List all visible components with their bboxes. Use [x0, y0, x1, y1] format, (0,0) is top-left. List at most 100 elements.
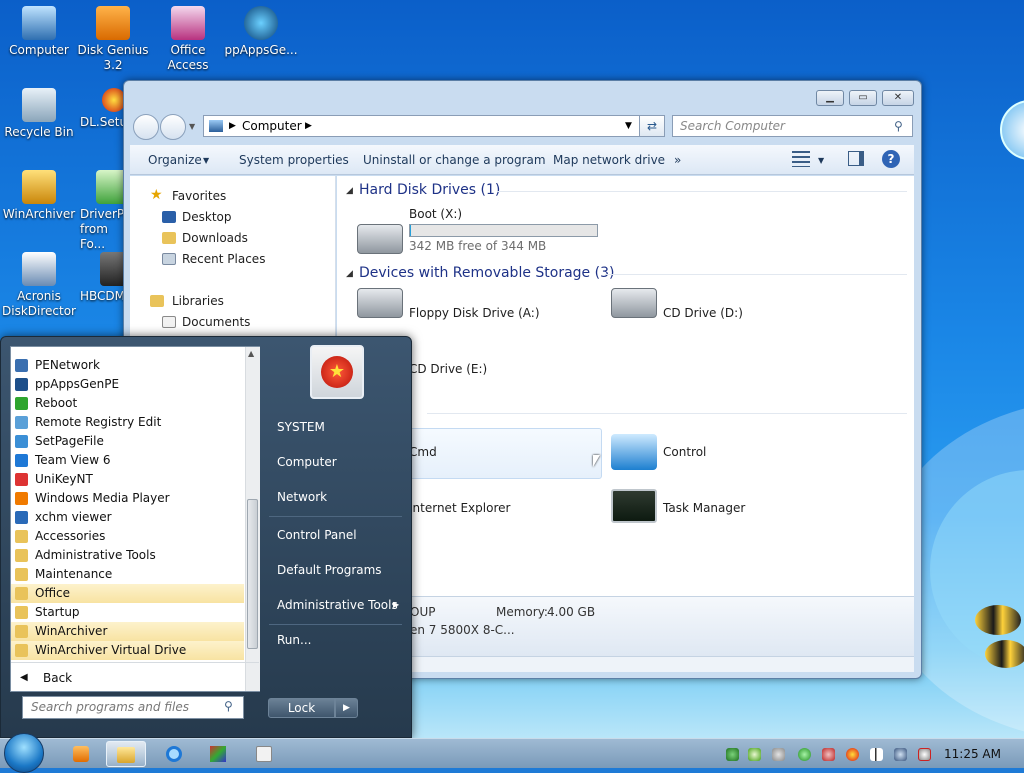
start-right-computer[interactable]: Computer	[263, 448, 408, 476]
more-commands-button[interactable]: »	[674, 153, 681, 167]
map-network-drive-button[interactable]: Map network drive	[553, 153, 665, 167]
search-icon[interactable]: ⚲	[224, 699, 233, 713]
floppy-drive-a[interactable]: Floppy Disk Drive (A:)	[409, 306, 540, 320]
organize-button[interactable]: Organize	[148, 153, 202, 167]
play-tray-icon[interactable]	[798, 748, 811, 761]
refresh-icon[interactable]: ⇄	[639, 115, 665, 137]
back-button[interactable]: Back	[43, 671, 72, 685]
action-center-flag-icon[interactable]	[870, 748, 883, 761]
start-right-default-programs[interactable]: Default Programs	[263, 556, 408, 584]
program-item[interactable]: Remote Registry Edit	[11, 413, 244, 432]
program-item[interactable]: xchm viewer	[11, 508, 244, 527]
collapse-group-icon[interactable]: ◢	[346, 186, 353, 196]
program-item[interactable]: Accessories	[11, 527, 244, 546]
maximize-button[interactable]: ▭	[849, 90, 877, 106]
desktop-icon-disk-genius[interactable]: Disk Genius 3.2	[74, 6, 152, 73]
program-item[interactable]: Reboot	[11, 394, 244, 413]
shell-taskbar-icon[interactable]	[244, 741, 284, 767]
system-properties-button[interactable]: System properties	[239, 153, 349, 167]
folder-icon	[15, 606, 28, 619]
start-right-system[interactable]: SYSTEM	[263, 413, 408, 441]
star-tray-icon[interactable]	[846, 748, 859, 761]
start-orb-icon[interactable]	[4, 733, 44, 773]
back-arrow-icon[interactable]	[133, 114, 159, 140]
safely-remove-tray-icon[interactable]	[748, 748, 761, 761]
preview-pane-icon[interactable]	[848, 151, 864, 166]
desktop-icon-winarchiver[interactable]: WinArchiver	[0, 170, 78, 222]
desktop-icon-recycle-bin[interactable]: Recycle Bin	[0, 88, 78, 140]
internet-explorer-item[interactable]: Internet Explorer	[409, 501, 510, 515]
internet-explorer-taskbar-icon[interactable]	[154, 741, 194, 767]
network-tray-icon[interactable]	[726, 748, 739, 761]
view-options-icon[interactable]	[792, 151, 810, 167]
uninstall-program-button[interactable]: Uninstall or change a program	[363, 153, 546, 167]
group-hard-disk-drives[interactable]: Hard Disk Drives (1)	[359, 182, 500, 198]
breadcrumb-computer[interactable]: Computer	[242, 116, 302, 136]
program-item[interactable]: ppAppsGenPE	[11, 375, 244, 394]
scroll-up-icon[interactable]: ▲	[248, 349, 254, 358]
program-item[interactable]: SetPageFile	[11, 432, 244, 451]
nav-documents[interactable]: Documents	[182, 315, 250, 329]
memory-value: 4.00 GB	[547, 605, 596, 619]
network-taskbar-icon[interactable]	[198, 741, 238, 767]
tools-tray-icon[interactable]	[822, 748, 835, 761]
program-item[interactable]: Administrative Tools	[11, 546, 244, 565]
desktop-icon-computer[interactable]: Computer	[0, 6, 78, 58]
program-item[interactable]: Maintenance	[11, 565, 244, 584]
search-computer-input[interactable]: Search Computer	[672, 115, 913, 137]
program-item[interactable]: UniKeyNT	[11, 470, 244, 489]
cmd-item[interactable]: Cmd	[409, 445, 437, 459]
nav-desktop[interactable]: Desktop	[182, 210, 232, 224]
search-icon[interactable]: ⚲	[894, 119, 903, 133]
keyboard-tray-icon[interactable]	[772, 748, 785, 761]
desktop-icon-acronis[interactable]: Acronis DiskDirector	[0, 252, 78, 319]
help-icon[interactable]: ?	[882, 150, 900, 168]
search-programs-input[interactable]: Search programs and files	[22, 696, 244, 719]
start-right-run[interactable]: Run...	[263, 626, 408, 654]
program-item[interactable]: Windows Media Player	[11, 489, 244, 508]
user-picture[interactable]: ★	[310, 345, 364, 399]
program-item[interactable]: WinArchiver Virtual Drive	[11, 641, 244, 660]
desktop-icon-ppappsgenpe[interactable]: ppAppsGe...	[222, 6, 300, 58]
clock[interactable]: 11:25 AM	[944, 747, 1001, 761]
history-dropdown-icon[interactable]: ▼	[189, 122, 195, 131]
nav-downloads[interactable]: Downloads	[182, 231, 248, 245]
nav-recent-places[interactable]: Recent Places	[182, 252, 265, 266]
address-bar[interactable]: ▶ Computer ▶ ▼	[203, 115, 665, 137]
address-dropdown-icon[interactable]: ▼	[625, 116, 632, 136]
start-right-administrative-tools[interactable]: Administrative Tools	[263, 591, 408, 619]
lock-options-arrow-icon[interactable]: ▶	[335, 698, 358, 718]
network-status-tray-icon[interactable]	[894, 748, 907, 761]
program-item[interactable]: Team View 6	[11, 451, 244, 470]
breadcrumb-arrow-icon[interactable]: ▶	[229, 116, 236, 136]
explorer-taskbar-button[interactable]	[106, 741, 146, 767]
start-right-control-panel[interactable]: Control Panel	[263, 521, 408, 549]
breadcrumb-arrow-icon[interactable]: ▶	[305, 116, 312, 136]
close-button[interactable]: ✕	[882, 90, 914, 106]
group-removable-storage[interactable]: Devices with Removable Storage (3)	[359, 265, 614, 281]
desktop-icon-hbcd[interactable]: HBCDM...	[74, 252, 124, 304]
nav-libraries[interactable]: Libraries	[172, 294, 224, 308]
program-item[interactable]: Office	[11, 584, 244, 603]
program-item-label: Maintenance	[35, 567, 113, 581]
task-manager-item[interactable]: Task Manager	[663, 501, 745, 515]
program-item[interactable]: WinArchiver	[11, 622, 244, 641]
program-item[interactable]: PENetwork	[11, 356, 244, 375]
forward-arrow-icon[interactable]	[160, 114, 186, 140]
desktop-icon-driverpack[interactable]: DriverPa... from Fo...	[74, 170, 124, 252]
program-item[interactable]: Startup	[11, 603, 244, 622]
volume-muted-tray-icon[interactable]	[918, 748, 931, 761]
scrollbar-thumb[interactable]	[247, 499, 258, 649]
cd-drive-d[interactable]: CD Drive (D:)	[663, 306, 743, 320]
lock-button[interactable]: Lock	[268, 698, 335, 718]
nav-favorites[interactable]: Favorites	[172, 189, 226, 203]
cd-drive-e[interactable]: CD Drive (E:)	[409, 362, 487, 376]
start-right-network[interactable]: Network	[263, 483, 408, 511]
chevron-down-icon[interactable]: ▼	[818, 156, 824, 165]
desktop-icon-office-access[interactable]: Office Access	[149, 6, 227, 73]
control-item[interactable]: Control	[663, 445, 706, 459]
boot-drive-name[interactable]: Boot (X:)	[409, 207, 462, 221]
collapse-group-icon[interactable]: ◢	[346, 269, 353, 279]
minimize-button[interactable]: ▁	[816, 90, 844, 106]
media-player-taskbar-icon[interactable]	[61, 741, 101, 767]
